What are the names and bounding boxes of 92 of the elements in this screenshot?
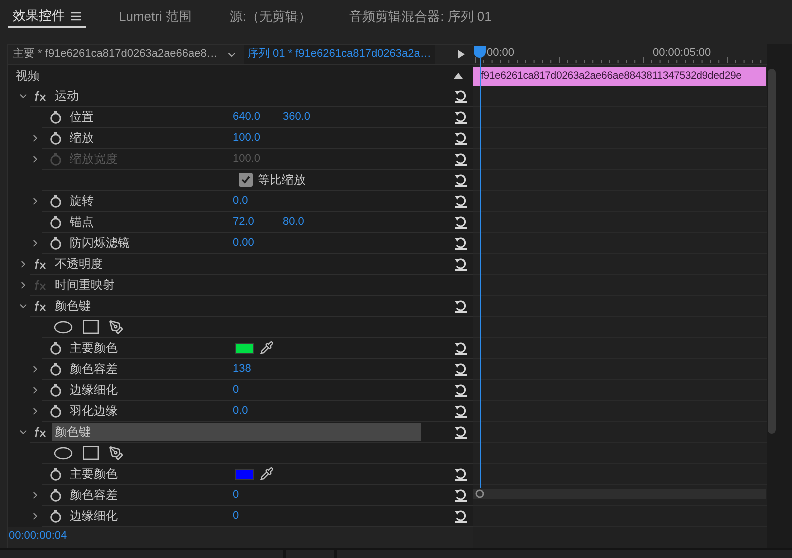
reset-icon[interactable] bbox=[454, 216, 468, 228]
stopwatch-icon[interactable] bbox=[50, 236, 62, 250]
property-value[interactable]: 80.0 bbox=[283, 214, 333, 230]
color-swatch[interactable] bbox=[235, 342, 254, 354]
property-label: 旋转 bbox=[69, 193, 95, 210]
stopwatch-icon[interactable] bbox=[50, 342, 62, 354]
property-value[interactable]: 0.0 bbox=[233, 192, 283, 210]
property-label: 缩放 bbox=[69, 130, 95, 147]
color-swatch[interactable] bbox=[235, 468, 254, 480]
checkbox[interactable] bbox=[239, 173, 253, 187]
menu-icon[interactable] bbox=[71, 12, 81, 20]
reset-icon[interactable] bbox=[454, 468, 468, 480]
stopwatch-icon[interactable] bbox=[50, 510, 62, 522]
property-label: 颜色容差 bbox=[69, 487, 119, 504]
reset-icon[interactable] bbox=[454, 258, 468, 270]
stopwatch-icon[interactable] bbox=[50, 362, 62, 376]
pen-icon[interactable] bbox=[109, 320, 124, 334]
property-value[interactable]: 360.0 bbox=[283, 108, 333, 126]
timecode[interactable]: 00:00:00:04 bbox=[9, 528, 68, 544]
section-heading: 视频 bbox=[16, 68, 40, 84]
property-label: 锚点 bbox=[69, 214, 95, 231]
panel-tab[interactable]: Lumetri 范围 bbox=[114, 6, 197, 28]
reset-icon[interactable] bbox=[454, 90, 468, 102]
property-value[interactable]: 138 bbox=[233, 360, 283, 378]
eyedropper-icon[interactable] bbox=[260, 341, 274, 355]
vertical-scrollbar[interactable] bbox=[768, 69, 776, 434]
reset-icon[interactable] bbox=[454, 362, 468, 376]
fx-icon[interactable] bbox=[34, 300, 47, 312]
property-value[interactable]: 72.0 bbox=[233, 214, 283, 230]
pen-icon[interactable] bbox=[109, 446, 124, 460]
source-clip-label: 主要 * f91e6261ca817d0263a2ae66ae8… bbox=[12, 46, 218, 62]
reset-icon[interactable] bbox=[454, 152, 468, 166]
property-value[interactable]: 0 bbox=[233, 382, 283, 398]
panel-tab[interactable]: 音频剪辑混合器: 序列 01 bbox=[344, 6, 497, 28]
reset-icon[interactable] bbox=[454, 342, 468, 354]
stopwatch-icon[interactable] bbox=[50, 404, 62, 418]
reset-icon[interactable] bbox=[454, 110, 468, 124]
fx-icon[interactable] bbox=[34, 258, 47, 270]
reset-icon[interactable] bbox=[454, 404, 468, 418]
stopwatch-icon[interactable] bbox=[50, 468, 62, 480]
property-label: 防闪烁滤镜 bbox=[69, 235, 131, 252]
panel-tab[interactable]: 源:（无剪辑） bbox=[224, 6, 317, 28]
ruler-time-label: 00:00 bbox=[487, 46, 515, 61]
stopwatch-icon[interactable] bbox=[50, 488, 62, 502]
reset-icon[interactable] bbox=[454, 194, 468, 208]
reset-icon[interactable] bbox=[454, 236, 468, 250]
property-label: 羽化边缘 bbox=[69, 403, 119, 420]
reset-icon[interactable] bbox=[454, 510, 468, 522]
stopwatch-icon[interactable] bbox=[50, 216, 62, 228]
property-value[interactable]: 100.0 bbox=[233, 130, 283, 146]
rectangle-mask-icon[interactable] bbox=[83, 446, 99, 460]
panel-tab[interactable]: 效果控件 bbox=[8, 6, 86, 28]
ellipse-mask-icon[interactable] bbox=[54, 320, 73, 334]
reset-icon[interactable] bbox=[454, 488, 468, 502]
property-value[interactable]: 0 bbox=[233, 486, 283, 504]
collapse-triangle-icon[interactable] bbox=[454, 72, 463, 78]
property-value[interactable]: 0 bbox=[233, 508, 283, 524]
fx-icon[interactable] bbox=[34, 426, 47, 438]
property-label: 缩放宽度 bbox=[69, 151, 119, 168]
horizontal-scrollbar[interactable] bbox=[473, 489, 766, 499]
property-value[interactable]: 640.0 bbox=[233, 108, 283, 126]
ruler-time-label: 00:00:05:00 bbox=[653, 46, 712, 61]
property-value[interactable]: 0.00 bbox=[233, 234, 283, 252]
property-label: 颜色容差 bbox=[69, 361, 119, 378]
stopwatch-icon[interactable] bbox=[50, 194, 62, 208]
sequence-clip-label[interactable]: 序列 01 * f91e6261ca817d0263a2a… bbox=[244, 45, 436, 64]
effect-name[interactable]: 运动 bbox=[52, 87, 421, 105]
checkbox-label: 等比缩放 bbox=[257, 172, 306, 189]
effect-name[interactable]: 不透明度 bbox=[52, 255, 421, 273]
fx-icon[interactable] bbox=[34, 90, 47, 102]
property-label: 位置 bbox=[69, 109, 95, 126]
effect-name[interactable]: 时间重映射 bbox=[52, 276, 421, 294]
ellipse-mask-icon[interactable] bbox=[54, 446, 73, 460]
effect-name[interactable]: 颜色键 bbox=[52, 297, 421, 315]
stopwatch-icon[interactable] bbox=[50, 132, 62, 144]
effect-name[interactable]: 颜色键 bbox=[52, 423, 421, 441]
property-label: 边缘细化 bbox=[69, 508, 119, 525]
reset-icon[interactable] bbox=[454, 174, 468, 186]
stopwatch-icon[interactable] bbox=[50, 110, 62, 124]
stopwatch-icon[interactable] bbox=[50, 384, 62, 396]
property-label: 主要颜色 bbox=[69, 340, 119, 357]
property-label: 主要颜色 bbox=[69, 466, 119, 483]
reset-icon[interactable] bbox=[454, 300, 468, 312]
property-label: 边缘细化 bbox=[69, 382, 119, 399]
reset-icon[interactable] bbox=[454, 132, 468, 144]
eyedropper-icon[interactable] bbox=[260, 467, 274, 481]
rectangle-mask-icon[interactable] bbox=[83, 320, 99, 334]
play-icon[interactable] bbox=[458, 50, 465, 59]
reset-icon[interactable] bbox=[454, 426, 468, 438]
reset-icon[interactable] bbox=[454, 384, 468, 396]
scroll-handle-icon[interactable] bbox=[475, 489, 485, 499]
property-value[interactable]: 0.0 bbox=[233, 402, 283, 420]
